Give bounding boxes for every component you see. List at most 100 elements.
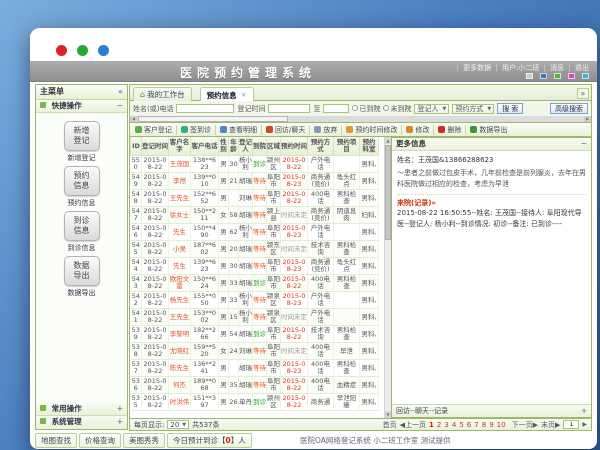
table-row[interactable]: 5382015-08-22尤晓红159**520女24刘琳等待阜阳市时间未定40… [131,343,379,360]
goto-page-input[interactable] [563,420,579,429]
table-row[interactable]: 5372015-08-22陈先生136**241男胡瑞等待阜阳市2015-08-… [131,360,379,377]
table-row[interactable]: 5362015-08-22何杰189**068男35胡瑞等待阜阳市2015-08… [131,377,379,394]
theme-swatch-cyan[interactable] [582,73,589,79]
column-header[interactable]: 登记人 [239,137,253,156]
delete-button[interactable]: 删除 [435,123,464,136]
first-page-button[interactable]: 首页 [383,420,397,430]
table-row[interactable]: 5352015-08-22时洪伟151**397男26单丹到诊颍州区2015-0… [131,394,379,411]
abandon-button[interactable]: 放弃 [311,123,340,136]
not-arrived-radio[interactable]: 未到院 [383,104,411,114]
table-row[interactable]: 5392015-08-22李黎明182**266男54胡瑞到诊阜阳市2015-0… [131,326,379,343]
tab-overflow-button[interactable]: » [577,88,589,99]
theme-swatch-green[interactable] [554,73,561,79]
page-number[interactable]: 6 [467,421,471,429]
page-number[interactable]: 1 [429,421,434,429]
table-row[interactable]: 5442015-08-22先生139**623男30胡瑞等待阜阳市2015-08… [131,258,379,275]
minimize-panel-icon[interactable]: − [581,138,587,150]
system-management-section[interactable]: 系统管理 + [36,416,127,429]
page-number[interactable]: 5 [459,421,463,429]
column-header[interactable]: 性别 [219,137,229,156]
page-number[interactable]: 2 [437,421,441,429]
page-number[interactable]: 9 [489,421,493,429]
go-to-page-button[interactable]: ▶ [582,421,587,428]
column-header[interactable]: 年龄 [229,137,239,156]
time-from-input[interactable] [268,104,310,113]
appointment-info-button[interactable]: 预约 信息 [64,166,100,196]
page-number[interactable]: 4 [452,421,456,429]
logout-link[interactable]: 退出 [575,64,589,72]
data-export-button[interactable]: 数据 导出 [64,256,100,286]
column-header[interactable]: 到院 [253,137,267,156]
cell: 胡瑞 [239,207,253,224]
price-query-button[interactable]: 价格查询 [79,433,121,448]
cell: 胡瑞 [239,258,253,275]
arrived-radio[interactable]: 已到院 [352,104,380,114]
new-registration-button[interactable]: 新增 登记 [64,121,100,151]
page-number[interactable]: 8 [482,421,486,429]
per-page-select[interactable]: 20 ▼ [167,420,189,429]
column-header[interactable]: 登记时间 [142,137,169,156]
column-header[interactable]: 客户名字 [169,137,191,156]
search-button[interactable]: 搜 索 [497,103,523,114]
booking-method-select[interactable]: 预约方式 ▼ [452,104,494,114]
close-tab-icon[interactable]: × [241,91,247,99]
page-number[interactable]: 10 [497,421,506,429]
column-header[interactable]: 预约科室 [360,137,379,156]
export-button[interactable]: 数据导出 [467,123,510,136]
table-row[interactable]: 5482015-08-22王先生152**652男刘琳等待阜阳市2015-08-… [131,190,379,207]
cell: 30 [229,258,239,275]
table-row[interactable]: 5432015-08-22欧阳文雷150**624男33胡瑞到诊阜阳市2015-… [131,275,379,292]
column-header[interactable]: 客户电话 [191,137,219,156]
collapse-section-icon[interactable]: − [117,100,123,112]
common-operations-section[interactable]: 常用操作 + [36,403,127,416]
expand-icon[interactable]: + [581,405,587,417]
table-row[interactable]: 5492015-08-22李然139**010男21胡瑞等待阜阳市2015-08… [131,173,379,190]
theme-swatch-gray[interactable] [526,73,533,79]
previous-page-button[interactable]: ◀上一页 [400,420,426,430]
table-row[interactable]: 5452015-08-22小吴187**602男20胡瑞等待颍东区时间未定技术咨… [131,241,379,258]
vertical-scrollbar[interactable]: ▲ ▼ [384,137,391,418]
view-detail-button[interactable]: 查看明细 [217,123,260,136]
expand-section-icon[interactable]: + [117,416,123,428]
column-header[interactable]: 预约方式 [308,137,334,156]
column-header[interactable]: ID [131,137,142,156]
tab-my-workbench[interactable]: ⌂ 我的工作台 [133,87,192,101]
table-row[interactable]: 5472015-08-22徐女士150**211女58胡瑞等待颍上县时间未定商务… [131,207,379,224]
followup-chat-record-bar[interactable]: 回访--聊天--记录 + [392,404,591,417]
minimize-window-dot[interactable] [77,45,88,56]
table-row[interactable]: 5422015-08-22杨先生155**050男33杨小利等待颍泉区2015-… [131,292,379,309]
registrar-select[interactable]: 登记人 ▼ [414,104,449,114]
theme-swatch-blue[interactable] [540,73,547,79]
table-row[interactable]: 5502015-08-22王茂国138**623男30杨小利到诊颍州区2015-… [131,156,379,173]
more-data-link[interactable]: 更多数据 [463,64,491,72]
column-header[interactable]: 预约项目 [334,137,360,156]
quick-actions-header[interactable]: 快捷操作 − [36,100,127,113]
expand-section-icon[interactable]: + [117,403,123,415]
meitu-button[interactable]: 美图秀秀 [123,433,165,448]
tab-appointment-info[interactable]: 预约信息 × [200,87,254,102]
table-row[interactable]: 5462015-08-22先生150**490男62杨小利等待阜阳市2015-0… [131,224,379,241]
last-page-button[interactable]: 末页▶ [541,420,560,430]
column-header[interactable]: 预约时间 [281,137,308,156]
collapse-sidebar-icon[interactable]: « [118,85,123,99]
column-header[interactable]: 区域 [267,137,281,156]
reschedule-button[interactable]: 预约时间修改 [343,123,400,136]
table-row[interactable]: 5412015-08-22王先生153**002男15杨小利等待颍泉区时间未定户… [131,309,379,326]
customer-register-button[interactable]: 客户登记 [132,123,175,136]
advanced-search-button[interactable]: 高级搜索 [550,103,588,114]
current-user-link[interactable]: 用户:小二班 [502,64,539,72]
theme-swatch-magenta[interactable] [568,73,575,79]
close-window-dot[interactable] [56,45,67,56]
maximize-window-dot[interactable] [98,45,109,56]
time-to-input[interactable] [323,104,349,113]
map-search-button[interactable]: 地图查找 [35,433,77,448]
visit-info-button[interactable]: 到诊 信息 [64,211,100,241]
name-phone-input[interactable] [176,104,234,113]
page-number[interactable]: 3 [444,421,448,429]
check-in-button[interactable]: 签到诊 [178,123,214,136]
messages-link[interactable]: 消息 [550,64,564,72]
page-number[interactable]: 7 [474,421,478,429]
callback-chat-button[interactable]: 回访/聊天 [263,123,308,136]
edit-button[interactable]: 修改 [403,123,432,136]
next-page-button[interactable]: 下一页▶ [512,420,538,430]
